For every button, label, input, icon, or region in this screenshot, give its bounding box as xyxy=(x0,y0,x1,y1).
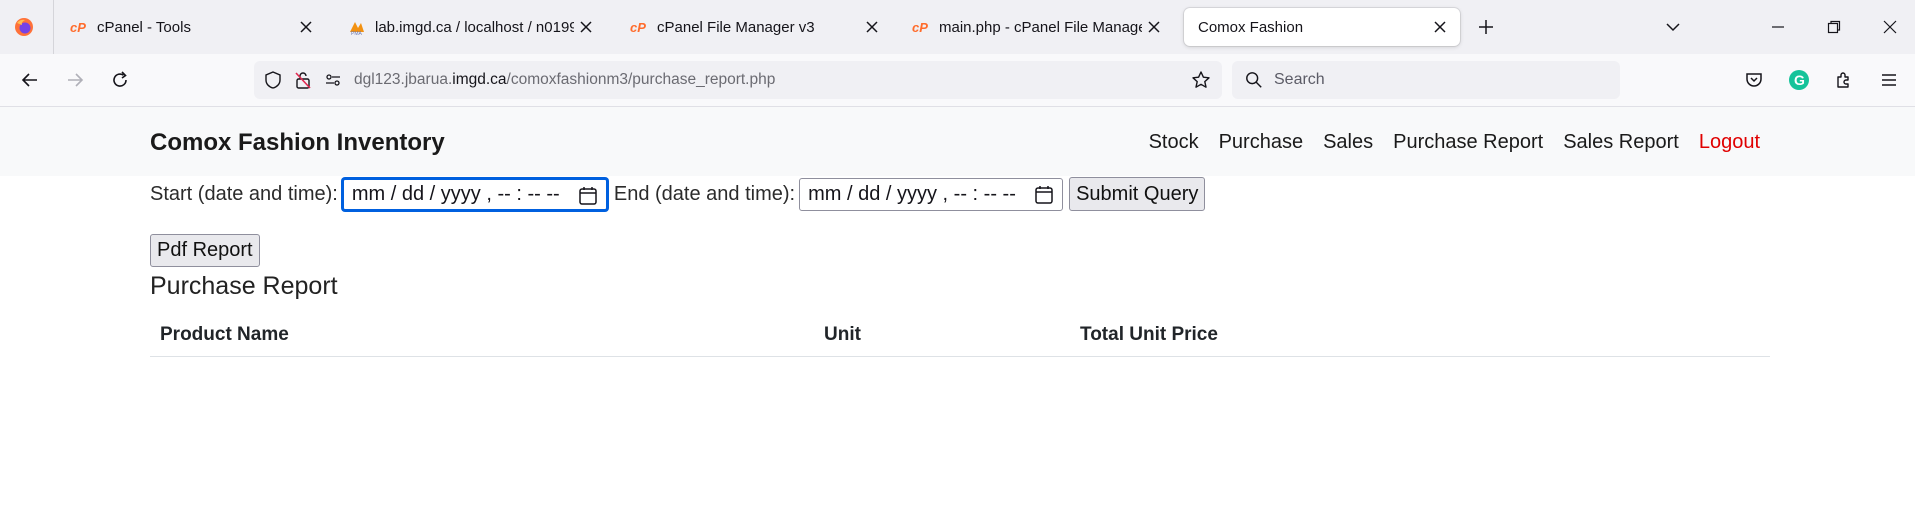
shield-icon[interactable] xyxy=(262,69,284,91)
pdf-report-button[interactable]: Pdf Report xyxy=(150,234,260,267)
calendar-icon[interactable] xyxy=(1034,185,1054,205)
close-icon[interactable] xyxy=(574,15,598,39)
insecure-lock-icon[interactable] xyxy=(292,69,314,91)
close-window-icon[interactable] xyxy=(1878,15,1902,39)
cpanel-icon: cP xyxy=(70,18,88,36)
site-menu: Stock Purchase Sales Purchase Report Sal… xyxy=(1149,131,1760,154)
column-header-unit: Unit xyxy=(814,318,1070,357)
minimize-icon[interactable] xyxy=(1766,15,1790,39)
new-tab-icon[interactable] xyxy=(1474,15,1498,39)
tab-title: cPanel File Manager v3 xyxy=(657,18,815,36)
search-icon xyxy=(1244,70,1264,90)
url-text[interactable]: dgl123.jbarua.imgd.ca/comoxfashionm3/pur… xyxy=(354,71,775,89)
close-icon[interactable] xyxy=(860,15,884,39)
menu-link-logout[interactable]: Logout xyxy=(1699,131,1760,154)
calendar-icon[interactable] xyxy=(578,186,598,206)
site-navbar: Comox Fashion Inventory Stock Purchase S… xyxy=(0,107,1915,176)
end-datetime-label: End (date and time): xyxy=(613,182,796,205)
menu-link-purchase-report[interactable]: Purchase Report xyxy=(1393,131,1543,154)
url-path: /comoxfashionm3/purchase_report.php xyxy=(506,71,776,88)
tab-cpanel-file-manager[interactable]: cP cPanel File Manager v3 xyxy=(616,8,892,46)
back-arrow-icon[interactable] xyxy=(16,66,44,94)
search-input[interactable] xyxy=(1272,70,1606,90)
tab-separator xyxy=(53,0,54,54)
end-datetime-input[interactable]: mm / dd / yyyy , -- : -- -- xyxy=(799,177,1064,211)
close-icon[interactable] xyxy=(294,15,318,39)
pocket-icon[interactable] xyxy=(1741,67,1767,93)
phpmyadmin-icon: PMA xyxy=(348,18,366,36)
svg-text:cP: cP xyxy=(70,20,86,35)
purchase-report-table: Product Name Unit Total Unit Price xyxy=(150,318,1770,357)
tab-title: lab.imgd.ca / localhost / n0199 xyxy=(375,18,574,36)
page-permissions-icon[interactable] xyxy=(322,69,344,91)
site-brand[interactable]: Comox Fashion Inventory xyxy=(150,129,445,157)
start-datetime-label: Start (date and time): xyxy=(150,182,338,205)
search-bar[interactable] xyxy=(1232,61,1620,99)
tab-phpmyadmin[interactable]: PMA lab.imgd.ca / localhost / n0199 xyxy=(334,8,606,46)
start-datetime-input[interactable]: mm / dd / yyyy , -- : -- -- xyxy=(341,177,608,211)
menu-link-stock[interactable]: Stock xyxy=(1149,131,1199,154)
tab-main-php[interactable]: cP main.php - cPanel File Manager xyxy=(898,8,1174,46)
cpanel-icon: cP xyxy=(630,18,648,36)
submit-query-button[interactable]: Submit Query xyxy=(1069,177,1206,211)
cpanel-icon: cP xyxy=(912,18,930,36)
svg-text:cP: cP xyxy=(630,20,646,35)
restore-icon[interactable] xyxy=(1822,15,1846,39)
tab-title: cPanel - Tools xyxy=(97,18,191,36)
svg-text:G: G xyxy=(1794,72,1805,88)
table-header-row: Product Name Unit Total Unit Price xyxy=(150,318,1770,357)
tab-title: Comox Fashion xyxy=(1198,18,1304,36)
close-icon[interactable] xyxy=(1142,15,1166,39)
menu-link-sales-report[interactable]: Sales Report xyxy=(1563,131,1679,154)
datetime-placeholder: mm / dd / yyyy , -- : -- -- xyxy=(351,182,560,205)
grammarly-icon[interactable]: G xyxy=(1786,67,1812,93)
close-icon[interactable] xyxy=(1428,15,1452,39)
date-filter-form: Start (date and time): mm / dd / yyyy , … xyxy=(150,177,1206,211)
menu-link-purchase[interactable]: Purchase xyxy=(1219,131,1304,154)
svg-text:PMA: PMA xyxy=(351,31,363,36)
report-title: Purchase Report xyxy=(150,272,338,300)
url-host: imgd.ca xyxy=(452,71,507,88)
tab-title: main.php - cPanel File Manager xyxy=(939,18,1142,36)
svg-text:cP: cP xyxy=(912,20,928,35)
bookmark-star-icon[interactable] xyxy=(1190,69,1212,91)
hamburger-menu-icon[interactable] xyxy=(1876,67,1902,93)
datetime-placeholder: mm / dd / yyyy , -- : -- -- xyxy=(808,182,1016,205)
column-header-product-name: Product Name xyxy=(150,318,814,357)
navigation-bar: dgl123.jbarua.imgd.ca/comoxfashionm3/pur… xyxy=(0,54,1915,107)
column-header-total-unit-price: Total Unit Price xyxy=(1070,318,1770,357)
tab-cpanel-tools[interactable]: cP cPanel - Tools xyxy=(56,8,326,46)
extensions-icon[interactable] xyxy=(1831,67,1857,93)
menu-link-sales[interactable]: Sales xyxy=(1323,131,1373,154)
url-prefix: dgl123.jbarua. xyxy=(354,71,453,88)
forward-arrow-icon[interactable] xyxy=(61,66,89,94)
tab-strip: cP cPanel - Tools PMA lab.imgd.ca / loca… xyxy=(0,0,1915,54)
chevron-down-icon[interactable] xyxy=(1661,15,1685,39)
url-bar[interactable]: dgl123.jbarua.imgd.ca/comoxfashionm3/pur… xyxy=(254,61,1222,99)
firefox-icon[interactable] xyxy=(14,17,34,37)
tab-comox-fashion[interactable]: Comox Fashion xyxy=(1184,8,1460,46)
reload-icon[interactable] xyxy=(106,66,134,94)
